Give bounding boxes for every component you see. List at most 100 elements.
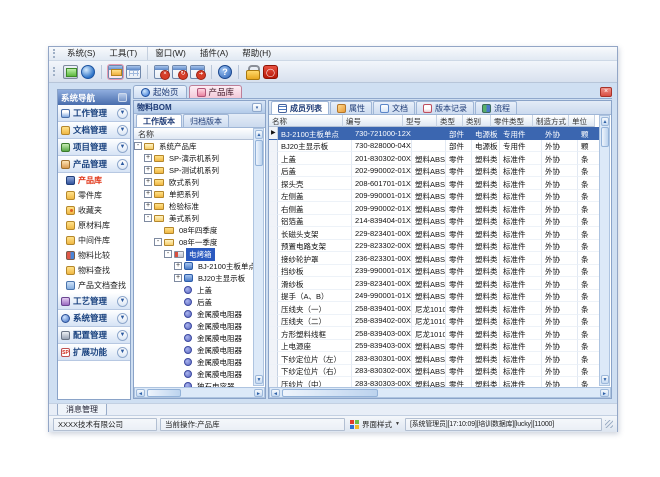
nav-options-button[interactable] (118, 93, 127, 102)
toolbar-grip[interactable] (53, 67, 56, 76)
scroll-right-icon[interactable] (600, 389, 609, 397)
table-row[interactable]: 上盖 201-830302-00X 塑料ABS 零件 塑料类 标准件 外协 条 (269, 152, 602, 165)
column-header[interactable]: 单位 (569, 115, 595, 127)
tree-node[interactable]: + 检验标准 (134, 200, 254, 212)
document-tab[interactable]: 产品库 (189, 85, 243, 98)
table-row[interactable]: 提手（A、B） 249-990001-01X 塑料ABS 零件 塑料类 标准件 … (269, 290, 602, 303)
detail-tab[interactable]: 成员列表 (271, 101, 329, 114)
menu-item[interactable]: 帮助(H) (235, 47, 278, 60)
sidebar-item[interactable]: 原材料库 (58, 218, 130, 233)
tree-node[interactable]: + 单把系列 (134, 188, 254, 200)
tree-node[interactable]: 金属膜电阻器 (134, 344, 254, 356)
section-toggle-button[interactable] (117, 330, 128, 341)
menu-item[interactable]: 插件(A) (193, 47, 235, 60)
menu-item[interactable]: 窗口(W) (147, 47, 193, 60)
version-tab[interactable]: 工作版本 (136, 114, 182, 127)
sidebar-item[interactable]: 物料比较 (58, 248, 130, 263)
tree-node[interactable]: - 08年一季度 (134, 236, 254, 248)
grid-vertical-scrollbar[interactable] (599, 115, 610, 386)
menu-item[interactable]: 工具(T) (102, 47, 144, 60)
menubar-grip[interactable] (53, 49, 56, 58)
tree-expander[interactable]: + (144, 190, 152, 198)
sidebar-section[interactable]: 系统管理 (58, 310, 130, 327)
table-row[interactable]: 上电源座 259-839403-00X 塑料ABS 零件 塑料类 标准件 外协 … (269, 340, 602, 353)
tree-node[interactable]: - 美式系列 (134, 212, 254, 224)
scroll-thumb[interactable] (255, 140, 263, 166)
section-toggle-button[interactable] (117, 142, 128, 153)
sidebar-section[interactable]: 工作管理 (58, 105, 130, 122)
scroll-right-icon[interactable] (254, 389, 263, 397)
tree-node[interactable]: 08年四季度 (134, 224, 254, 236)
lock-icon[interactable] (245, 65, 260, 79)
scroll-up-icon[interactable] (255, 130, 263, 139)
version-tab[interactable]: 归档版本 (183, 114, 229, 127)
menu-item[interactable]: 系统(S) (60, 47, 102, 60)
table-row[interactable]: 滑纱板 239-823401-00X 塑料ABS 零件 塑料类 标准件 外协 条 (269, 277, 602, 290)
tree-expander[interactable]: - (154, 238, 162, 246)
scroll-down-icon[interactable] (255, 375, 263, 384)
tree-node[interactable]: - 系统产品库 (134, 140, 254, 152)
table-row[interactable]: 接纱轮护罩 236-823301-00X 塑料ABS 零件 塑料类 标准件 外协… (269, 252, 602, 265)
sidebar-item[interactable]: 物料查找 (58, 263, 130, 278)
detail-tab[interactable]: 文档 (373, 101, 415, 114)
sidebar-section[interactable]: 文档管理 (58, 122, 130, 139)
sidebar-section[interactable]: 项目管理 (58, 139, 130, 156)
column-header[interactable]: 型号 (403, 115, 437, 127)
tree-expander[interactable]: + (144, 178, 152, 186)
table-row[interactable]: 左侧盖 209-990001-01X 塑料ABS 零件 塑料类 标准件 外协 条 (269, 190, 602, 203)
tree-expander[interactable]: - (164, 250, 172, 258)
tree-column-header[interactable]: 名称 (134, 128, 254, 140)
document-tab[interactable]: 起始页 (133, 85, 187, 98)
tree-expander[interactable]: + (144, 154, 152, 162)
sidebar-item[interactable]: 中间件库 (58, 233, 130, 248)
tree-node[interactable]: + BJ20主显示板 (134, 272, 254, 284)
table-row[interactable]: 铝箔盖 214-839404-01X 塑料ABS 零件 塑料类 标准件 外协 条 (269, 215, 602, 228)
column-header[interactable]: 编号 (343, 115, 403, 127)
table-row[interactable]: 右侧盖 209-990002-01X 塑料ABS 零件 塑料类 标准件 外协 条 (269, 202, 602, 215)
tree-node[interactable]: - 电烤箱 (134, 248, 254, 260)
tree-expander[interactable]: - (144, 214, 152, 222)
column-header[interactable]: 类型 (437, 115, 463, 127)
tree-expander[interactable]: + (174, 262, 182, 270)
tree-expander[interactable]: - (134, 142, 142, 150)
table-row[interactable]: 压纱片（中） 283-830303-00X 塑料ABS 零件 塑料类 标准件 外… (269, 377, 602, 387)
sidebar-section[interactable]: 扩展功能 (58, 344, 130, 361)
table-row[interactable]: 压线夹（一） 258-839401-00X 尼龙1010 零件 塑料类 标准件 … (269, 302, 602, 315)
scroll-left-icon[interactable] (271, 389, 280, 397)
tree-expander[interactable]: + (144, 166, 152, 174)
workspace-icon[interactable] (63, 65, 78, 79)
column-header[interactable]: 类别 (463, 115, 491, 127)
detail-tab[interactable]: 版本记录 (416, 101, 474, 114)
tree-vertical-scrollbar[interactable] (253, 128, 264, 386)
tree-node[interactable]: + 欧式系列 (134, 176, 254, 188)
table-row[interactable]: 预置电路支架 229-823302-00X 塑料ABS 零件 塑料类 标准件 外… (269, 240, 602, 253)
tree-node[interactable]: + BJ-2100主板单点 (134, 260, 254, 272)
pin-button[interactable] (252, 103, 262, 112)
column-header[interactable]: 制造方式 (533, 115, 569, 127)
sidebar-item[interactable]: 产品库 (58, 173, 130, 188)
tree-node[interactable]: 金属膜电阻器 (134, 308, 254, 320)
tree-node[interactable]: 金属膜电阻器 (134, 368, 254, 380)
table-row[interactable]: ▶ BJ-2100主板单点 730-721000-12X 部件 电源板 专用件 … (269, 127, 602, 140)
tree-node[interactable]: + SP-测试机系列 (134, 164, 254, 176)
sidebar-item[interactable]: 零件库 (58, 188, 130, 203)
resize-grip[interactable] (605, 420, 613, 428)
section-toggle-button[interactable] (117, 108, 128, 119)
scroll-down-icon[interactable] (601, 375, 609, 384)
tree-node[interactable]: + SP-演示机系列 (134, 152, 254, 164)
sidebar-section[interactable]: 工艺管理 (58, 293, 130, 310)
scroll-left-icon[interactable] (136, 389, 145, 397)
sidebar-item[interactable]: 收藏夹 (58, 203, 130, 218)
table-row[interactable]: 压线夹（二） 258-839402-00X 尼龙1010 零件 塑料类 标准件 … (269, 315, 602, 328)
tree-node[interactable]: 金属膜电阻器 (134, 320, 254, 332)
column-header[interactable]: 零件类型 (491, 115, 533, 127)
web-browser-icon[interactable] (81, 65, 95, 79)
table-row[interactable]: 长磁头支架 229-823401-00X 塑料ABS 零件 塑料类 标准件 外协… (269, 227, 602, 240)
detail-tab[interactable]: 属性 (330, 101, 372, 114)
column-header[interactable]: 名称 (269, 115, 343, 127)
product-window-icon[interactable] (108, 65, 123, 79)
scroll-thumb[interactable] (601, 127, 609, 147)
refresh-window-icon[interactable] (190, 65, 205, 79)
sidebar-section[interactable]: 产品管理 (58, 156, 130, 173)
tree-node[interactable]: 后盖 (134, 296, 254, 308)
